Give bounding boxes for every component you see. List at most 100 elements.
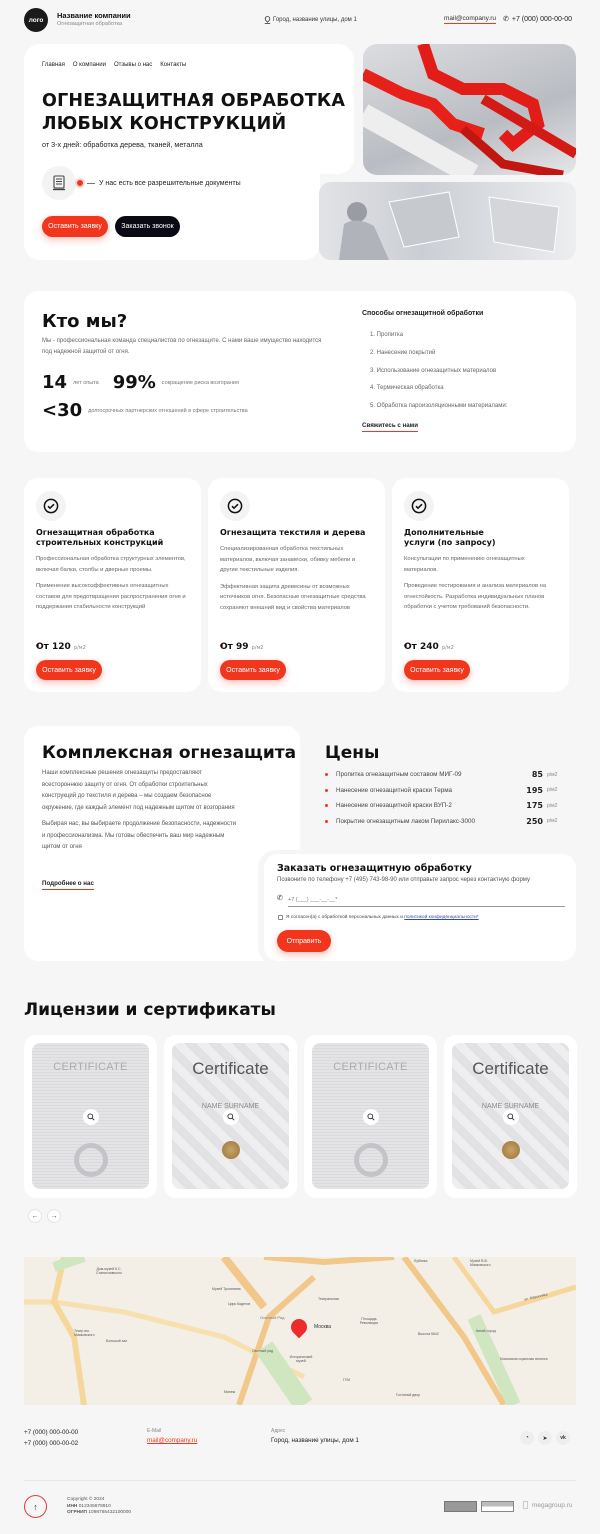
certificate-heading: CERTIFICATE [53, 1061, 128, 1073]
about-title: Кто мы? [42, 311, 128, 332]
certificate-card[interactable]: CERTIFICATE [24, 1035, 157, 1198]
consent-checkbox[interactable] [278, 915, 283, 920]
hero-subtitle: от 3-х дней: обработка дерева, тканей, м… [42, 140, 203, 149]
certificate-heading: CERTIFICATE [333, 1061, 408, 1073]
stat-value: 14 [42, 372, 68, 393]
price-row: Покрытие огнезащитным лаком Пирилакс-300… [325, 814, 559, 830]
nav-reviews[interactable]: Отзывы о нас [114, 62, 152, 68]
prices-title: Цены [325, 743, 380, 763]
form-title: Заказать огнезащитную обработку [277, 863, 472, 874]
method-item: 1. Пропитка [370, 332, 404, 338]
service-1: Огнезащитная обработка строительных конс… [36, 491, 186, 613]
price-row: Нанесение огнезащитной краски ВУП-2 175 р/… [325, 798, 559, 814]
counter-badge[interactable] [444, 1501, 477, 1512]
service-text: Применение высокоэффективных огнезащитны… [36, 583, 186, 610]
red-dot [77, 180, 83, 186]
form-subtitle: Позвоните по телефону +7 (495) 743-98-90… [277, 877, 530, 883]
method-item: 5. Обработка пароизоляционными материала… [370, 403, 508, 410]
contact-us-link[interactable]: Свяжитесь с нами [362, 422, 419, 432]
stat-label: долгосрочных партнерских отношений в сфе… [88, 407, 248, 414]
map[interactable]: Москва Дом-музей К.С. Станиславского Теа… [24, 1257, 576, 1405]
certificate-card[interactable]: CERTIFICATE [304, 1035, 437, 1198]
check-circle-icon [404, 491, 434, 521]
stat-value: <30 [42, 400, 83, 421]
map-label: Высота 5642 [418, 1332, 439, 1336]
header-phone[interactable]: ✆ +7 (000) 000-00-00 [503, 15, 572, 24]
footer-divider [24, 1480, 576, 1481]
whatsapp-icon[interactable]: ◔ [520, 1431, 534, 1445]
service-title: Огнезащита текстиля и дерева [220, 528, 366, 537]
map-label: Гостиный двор [396, 1393, 421, 1397]
certificate-card[interactable]: Certificate NAME SURNAME [444, 1035, 577, 1198]
map-label: Охотный ряд [252, 1349, 274, 1353]
logo[interactable]: лого [24, 8, 48, 32]
worker-image [319, 182, 576, 260]
footer-phone[interactable]: +7 (000) 000-00-02 [24, 1438, 78, 1449]
price-row: Пропитка огнезащитным составом МИГ-09 85 р… [325, 767, 559, 783]
service-text: Проведение тестирования и анализа матери… [404, 583, 547, 610]
nav-contacts[interactable]: Контакты [160, 62, 186, 68]
vk-icon[interactable]: vk [556, 1431, 570, 1445]
hero-title: ОГНЕЗАЩИТНАЯ ОБРАБОТКА ЛЮБЫХ КОНСТРУКЦИЙ [42, 91, 346, 134]
service-request-button[interactable]: Оставить заявку [404, 660, 470, 680]
developer-link[interactable]: megagroup.ru [523, 1501, 572, 1509]
certificate-card[interactable]: Certificate NAME SURNAME [164, 1035, 297, 1198]
document-icon [42, 166, 76, 200]
consent-row: Я согласен(а) с обработкой персональных … [278, 915, 479, 920]
header-address: Город, название улицы, дом 1 [264, 16, 357, 24]
service-text: Консультации по применению огнезащитных … [404, 556, 525, 573]
footer-phones: +7 (000) 000-00-00 +7 (000) 000-00-02 [24, 1427, 78, 1449]
company-block: Название компании Огнезащитная обработка [57, 11, 131, 27]
map-label: Охотный Ряд [260, 1315, 285, 1320]
service-title: Дополнительные услуги (по запросу) [404, 528, 496, 547]
telegram-icon[interactable]: ➤ [538, 1431, 552, 1445]
service-price: От 99 р/м2 [220, 642, 264, 652]
map-label: Исторический музей [289, 1355, 313, 1363]
zoom-icon[interactable] [82, 1108, 99, 1125]
carousel-prev-arrow-icon[interactable]: ← [28, 1209, 42, 1223]
pipes-image [363, 44, 576, 175]
map-label: Московская хоральная синагога [500, 1357, 548, 1361]
map-label: Лубянка [414, 1259, 428, 1263]
social-links: ◔ ➤ vk [520, 1431, 570, 1445]
zoom-icon[interactable] [222, 1108, 239, 1125]
more-about-link[interactable]: Подробнее о нас [42, 880, 94, 890]
nav-home[interactable]: Главная [42, 62, 65, 68]
service-title: Огнезащитная обработка строительных конс… [36, 528, 164, 547]
megagroup-logo-icon [523, 1501, 528, 1509]
zoom-icon[interactable] [362, 1108, 379, 1125]
map-label: Цирк Кадетов [228, 1302, 251, 1306]
map-label: ГУМ [343, 1378, 351, 1382]
phone-icon: ✆ [277, 895, 283, 902]
service-request-button[interactable]: Оставить заявку [36, 660, 102, 680]
map-label: Театральная [318, 1297, 339, 1301]
submit-button[interactable]: Отправить [277, 930, 331, 952]
check-circle-icon [220, 491, 250, 521]
map-label: Дом-музей К.С. Станиславского [96, 1267, 122, 1275]
scroll-top-arrow-icon[interactable]: ↑ [24, 1495, 47, 1518]
map-label: Площадь Революции [359, 1317, 379, 1325]
footer-email-link[interactable]: mail@company.ru [147, 1437, 197, 1444]
nav-about[interactable]: О компании [73, 62, 106, 68]
company-subtitle: Огнезащитная обработка [57, 21, 123, 27]
breadcrumb-nav: Главная О компании Отзывы о нас Контакты [42, 62, 194, 68]
service-price: От 120 р/м2 [36, 642, 86, 652]
method-item: 3. Использование огнезащитных материалов [370, 367, 497, 374]
header-email-link[interactable]: mail@company.ru [444, 15, 496, 24]
hero-call-button[interactable]: Заказать звонок [115, 216, 180, 237]
service-text: Специализированная обработка текстильных… [220, 546, 356, 573]
phone-input[interactable] [288, 893, 565, 907]
method-item: 2. Нанесение покрытий [370, 349, 436, 356]
service-price: От 240 р/м2 [404, 642, 454, 652]
price-row: Нанесение огнезащитной краски Терма 195 р/… [325, 783, 559, 799]
footer-phone[interactable]: +7 (000) 000-00-00 [24, 1427, 78, 1438]
privacy-policy-link[interactable]: политикой конфиденциальности* [404, 915, 478, 920]
hero-request-button[interactable]: Оставить заявку [42, 216, 108, 237]
map-label: Музей Тропинина [212, 1287, 241, 1291]
methods-title: Способы огнезащитной обработки [362, 310, 484, 317]
zoom-icon[interactable] [502, 1108, 519, 1125]
carousel-next-arrow-icon[interactable]: → [47, 1209, 61, 1223]
service-request-button[interactable]: Оставить заявку [220, 660, 286, 680]
counter-badge[interactable] [481, 1501, 514, 1512]
map-label: Китай-город [476, 1329, 496, 1333]
